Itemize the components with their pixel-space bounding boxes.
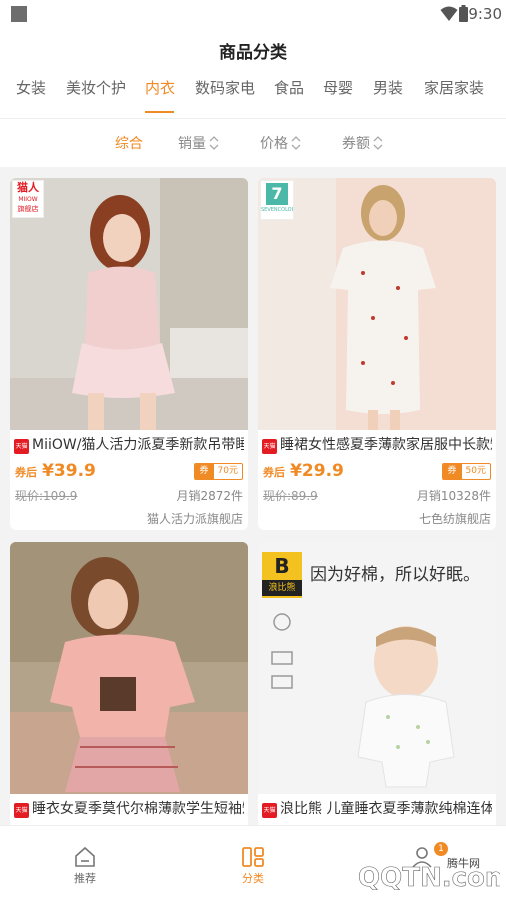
tab-beauty[interactable]: 美妆个护 xyxy=(66,77,126,98)
brand-logo: B 浪比熊 xyxy=(262,552,302,598)
coupon-value: 50元 xyxy=(465,466,486,476)
brand-logo: 7 SEVENCOLOR xyxy=(260,180,294,220)
notification-icon xyxy=(11,6,27,22)
sort-default[interactable]: 综合 xyxy=(115,133,143,153)
monthly-sales: 月销10328件 xyxy=(416,489,491,503)
nav-recommend[interactable]: 推荐 xyxy=(35,826,135,900)
coupon-badge[interactable]: 券 70元 xyxy=(193,463,243,480)
tab-womens[interactable]: 女装 xyxy=(16,77,46,98)
wifi-icon xyxy=(440,6,458,21)
coupon-value: 70元 xyxy=(217,466,238,476)
price-value: ¥29.9 xyxy=(290,461,344,481)
sort-price-label: 价格 xyxy=(260,136,288,152)
product-card[interactable]: 7 SEVENCOLOR 天猫睡裙女性感夏季薄款家居服中长款短袖印花睡衣 券后 … xyxy=(258,178,496,530)
brand-logo-store: 旗舰店 xyxy=(17,205,39,213)
brand-logo: 猫人 MIIOW 旗舰店 xyxy=(12,180,44,218)
category-tabs: 女装 美妆个护 内衣 数码家电 食品 母婴 男装 家居家装 xyxy=(0,68,506,118)
product-card[interactable]: B 浪比熊 因为好棉，所以好眠。 天猫 浪比熊 儿童睡衣夏季薄款纯棉连体衣 xyxy=(258,542,496,825)
price-value: ¥39.9 xyxy=(42,461,96,481)
price: 券后 ¥39.9 xyxy=(15,461,96,481)
product-image[interactable]: 猫人 MIIOW 旗舰店 xyxy=(10,178,248,430)
sort-default-label: 综合 xyxy=(115,136,143,152)
product-title-text: 睡裙女性感夏季薄款家居服中长款短袖印花睡衣 xyxy=(280,437,492,453)
watermark-text: 腾牛网 xyxy=(447,857,480,870)
product-title[interactable]: 天猫睡裙女性感夏季薄款家居服中长款短袖印花睡衣 xyxy=(262,434,492,454)
coupon-label: 券 xyxy=(442,464,462,479)
brand-logo-sub: SEVENCOLOR xyxy=(261,207,293,213)
product-title-text: MiiOW/猫人活力派夏季新款吊带睡衣女短裤两件套家居服 xyxy=(32,437,244,453)
product-title-text: 睡衣女夏季莫代尔棉薄款学生短袖短裤两件套 xyxy=(32,801,244,817)
original-price: 现价:89.9 xyxy=(263,489,318,503)
price: 券后 ¥29.9 xyxy=(263,461,344,481)
brand-logo-text: 浪比熊 xyxy=(262,580,302,596)
sort-sales[interactable]: 销量 xyxy=(178,133,219,153)
tab-mens[interactable]: 男装 xyxy=(373,77,403,98)
banner-slogan: 因为好棉，所以好眠。 xyxy=(310,565,480,585)
title-bar: 商品分类 xyxy=(0,30,506,68)
tmall-badge: 天猫 xyxy=(14,439,29,454)
tab-food[interactable]: 食品 xyxy=(274,77,304,98)
coupon-badge[interactable]: 券 50元 xyxy=(441,463,491,480)
product-title[interactable]: 天猫MiiOW/猫人活力派夏季新款吊带睡衣女短裤两件套家居服 xyxy=(14,434,244,454)
monthly-sales: 月销2872件 xyxy=(176,489,243,503)
nav-recommend-label: 推荐 xyxy=(74,872,96,885)
brand-logo-text: 猫人 xyxy=(17,181,39,194)
coupon-label: 券 xyxy=(194,464,214,479)
page-title: 商品分类 xyxy=(219,43,287,63)
original-price: 现价:109.9 xyxy=(15,489,78,503)
price-tag: 券后 xyxy=(263,466,285,479)
tab-maternal[interactable]: 母婴 xyxy=(323,77,353,98)
sort-arrows-icon xyxy=(373,136,383,150)
sort-sales-label: 销量 xyxy=(178,136,206,152)
product-image[interactable]: B 浪比熊 因为好棉，所以好眠。 xyxy=(258,542,496,794)
shop-name: 猫人活力派旗舰店 xyxy=(146,512,243,526)
tab-digital[interactable]: 数码家电 xyxy=(195,77,255,98)
category-icon xyxy=(242,847,264,867)
tmall-badge: 天猫 xyxy=(14,803,29,818)
active-tab-indicator xyxy=(145,111,174,113)
product-title[interactable]: 天猫睡衣女夏季莫代尔棉薄款学生短袖短裤两件套 xyxy=(14,798,244,818)
product-image[interactable] xyxy=(10,542,248,794)
shop-name: 七色纺旗舰店 xyxy=(418,512,491,526)
tmall-badge: 天猫 xyxy=(262,439,277,454)
nav-category[interactable]: 分类 xyxy=(203,826,303,900)
product-title-text: 浪比熊 儿童睡衣夏季薄款纯棉连体衣 xyxy=(280,801,492,817)
tab-home[interactable]: 家居家装 xyxy=(424,77,484,98)
sort-coupon-label: 券额 xyxy=(342,136,370,152)
tab-underwear[interactable]: 内衣 xyxy=(145,77,175,98)
home-icon xyxy=(75,846,95,867)
brand-logo-text: 7 xyxy=(266,183,288,205)
product-card[interactable]: 天猫睡衣女夏季莫代尔棉薄款学生短袖短裤两件套 xyxy=(10,542,248,825)
status-bar: 9:30 xyxy=(0,0,506,30)
product-card[interactable]: 猫人 MIIOW 旗舰店 天猫MiiOW/猫人活力派夏季新款吊带睡衣女短裤两件套… xyxy=(10,178,248,530)
product-image[interactable]: 7 SEVENCOLOR xyxy=(258,178,496,430)
brand-logo-sub: MIIOW xyxy=(18,196,38,203)
status-time: 9:30 xyxy=(468,5,502,23)
sort-arrows-icon xyxy=(291,136,301,150)
tmall-badge: 天猫 xyxy=(262,803,277,818)
price-tag: 券后 xyxy=(15,466,37,479)
sort-bar: 综合 销量 价格 券额 xyxy=(0,119,506,167)
sort-arrows-icon xyxy=(209,136,219,150)
product-title[interactable]: 天猫 浪比熊 儿童睡衣夏季薄款纯棉连体衣 xyxy=(262,798,492,818)
sort-price[interactable]: 价格 xyxy=(260,133,301,153)
nav-category-label: 分类 xyxy=(242,872,264,885)
sort-coupon[interactable]: 券额 xyxy=(342,133,383,153)
